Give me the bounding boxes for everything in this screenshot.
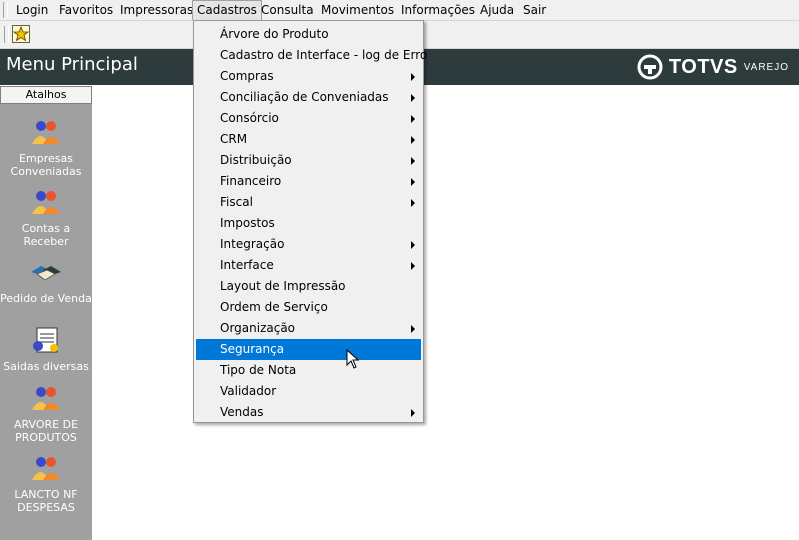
menu-item-fiscal[interactable]: Fiscal — [196, 192, 421, 213]
menu-item-label: Cadastro de Interface - log de Erro — [220, 48, 428, 62]
menu-item-interface[interactable]: Interface — [196, 255, 421, 276]
menu-item-label: Layout de Impressão — [220, 279, 346, 293]
shortcut-label: Contas a Receber — [21, 222, 71, 248]
tab-atalhos[interactable]: Atalhos — [0, 86, 92, 104]
menu-item-cadastro-interface-log[interactable]: Cadastro de Interface - log de Erro — [196, 45, 427, 66]
menu-ajuda[interactable]: Ajuda — [476, 0, 518, 20]
document-icon — [33, 327, 58, 353]
shortcuts-sidebar: Atalhos Empresas Conveniadas Contas a Re… — [0, 86, 92, 540]
menu-login[interactable]: Login — [12, 0, 52, 20]
menu-item-tipo-de-nota[interactable]: Tipo de Nota — [196, 360, 421, 381]
menu-item-layout-impressao[interactable]: Layout de Impressão — [196, 276, 421, 297]
totvs-logo-icon — [637, 54, 663, 80]
menubar-grip — [3, 2, 8, 18]
brand-subtitle: VAREJO — [743, 61, 789, 73]
submenu-arrow-icon — [411, 136, 415, 144]
menu-sair[interactable]: Sair — [519, 0, 550, 20]
submenu-arrow-icon — [411, 409, 415, 417]
shortcut-label: ARVORE DE PRODUTOS — [13, 418, 79, 444]
brand-name: TOTVS — [668, 55, 738, 78]
menu-item-label: Compras — [220, 69, 274, 83]
shortcut-label: LANCTO NF DESPESAS — [14, 488, 78, 514]
submenu-arrow-icon — [411, 241, 415, 249]
menu-cadastros[interactable]: Cadastros — [192, 0, 262, 20]
menu-item-distribuicao[interactable]: Distribuição — [196, 150, 421, 171]
submenu-arrow-icon — [411, 73, 415, 81]
submenu-arrow-icon — [411, 262, 415, 270]
shortcut-lancto-nf-despesas[interactable]: LANCTO NF DESPESAS — [0, 454, 92, 514]
shortcut-saidas-diversas[interactable]: Saidas diversas — [0, 326, 92, 373]
menu-item-compras[interactable]: Compras — [196, 66, 421, 87]
submenu-arrow-icon — [411, 325, 415, 333]
menu-item-financeiro[interactable]: Financeiro — [196, 171, 421, 192]
menu-item-label: Distribuição — [220, 153, 292, 167]
cadastros-dropdown: Árvore do Produto Cadastro de Interface … — [193, 20, 427, 423]
shortcut-pedido-de-venda[interactable]: Pedido de Venda — [0, 258, 92, 305]
menu-item-label: Validador — [220, 384, 277, 398]
people-icon — [32, 457, 60, 480]
menu-bar: Login Favoritos Impressoras Cadastros Co… — [0, 0, 799, 21]
menu-item-label: Consórcio — [220, 111, 279, 125]
menu-item-label: Árvore do Produto — [220, 27, 329, 41]
menu-item-label: Fiscal — [220, 195, 253, 209]
shortcut-arvore-de-produtos[interactable]: ARVORE DE PRODUTOS — [0, 384, 92, 444]
menu-item-label: Organização — [220, 321, 296, 335]
shortcut-label: Empresas Conveniadas — [10, 152, 82, 178]
page-title: Menu Principal — [6, 54, 138, 75]
shortcut-empresas-conveniadas[interactable]: Empresas Conveniadas — [0, 118, 92, 178]
menu-item-crm[interactable]: CRM — [196, 129, 421, 150]
menu-item-label: Tipo de Nota — [220, 363, 297, 377]
favorite-star-button[interactable] — [12, 25, 30, 43]
people-icon — [32, 121, 60, 144]
mouse-cursor-icon — [346, 349, 360, 369]
menu-favoritos[interactable]: Favoritos — [55, 0, 117, 20]
submenu-arrow-icon — [411, 178, 415, 186]
people-icon — [32, 387, 60, 410]
menu-item-label: CRM — [220, 132, 248, 146]
menu-item-arvore-do-produto[interactable]: Árvore do Produto — [196, 24, 421, 45]
menu-movimentos[interactable]: Movimentos — [317, 0, 398, 20]
menu-item-label: Interface — [220, 258, 274, 272]
submenu-arrow-icon — [411, 157, 415, 165]
menu-item-label: Impostos — [220, 216, 275, 230]
menu-item-label: Integração — [220, 237, 285, 251]
submenu-arrow-icon — [411, 94, 415, 102]
toolbar-grip — [4, 26, 9, 43]
star-icon — [12, 25, 30, 42]
menu-item-validador[interactable]: Validador — [196, 381, 421, 402]
menu-consulta[interactable]: Consulta — [257, 0, 318, 20]
menu-item-consorcio[interactable]: Consórcio — [196, 108, 421, 129]
menu-informacoes[interactable]: Informações — [397, 0, 479, 20]
menu-impressoras[interactable]: Impressoras — [116, 0, 197, 20]
shortcut-contas-a-receber[interactable]: Contas a Receber — [0, 188, 92, 248]
totvs-logo: TOTVS VAREJO — [637, 53, 789, 81]
menu-item-label: Financeiro — [220, 174, 282, 188]
menu-item-integracao[interactable]: Integração — [196, 234, 421, 255]
menu-item-label: Ordem de Serviço — [220, 300, 328, 314]
handshake-icon — [31, 266, 61, 281]
menu-item-vendas[interactable]: Vendas — [196, 402, 421, 423]
shortcut-label: Pedido de Venda — [0, 292, 92, 305]
shortcut-label: Saidas diversas — [3, 360, 89, 373]
menu-item-conciliacao-conveniadas[interactable]: Conciliação de Conveniadas — [196, 87, 421, 108]
menu-item-label: Conciliação de Conveniadas — [220, 90, 389, 104]
submenu-arrow-icon — [411, 115, 415, 123]
submenu-arrow-icon — [411, 199, 415, 207]
menu-item-organizacao[interactable]: Organização — [196, 318, 421, 339]
menu-item-seguranca[interactable]: Segurança — [196, 339, 421, 360]
menu-item-impostos[interactable]: Impostos — [196, 213, 421, 234]
menu-item-ordem-servico[interactable]: Ordem de Serviço — [196, 297, 421, 318]
people-icon — [32, 191, 60, 214]
menu-item-label: Segurança — [220, 342, 285, 356]
menu-item-label: Vendas — [220, 405, 264, 419]
